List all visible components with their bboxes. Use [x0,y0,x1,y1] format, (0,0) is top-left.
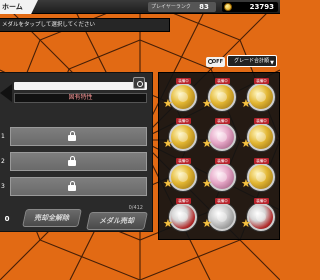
medal-disc [169,83,197,111]
medal-cell[interactable]: 装備中 ★ [241,198,279,238]
medal-name-bar [14,82,147,90]
lock-icon [68,156,76,166]
slot-number: 3 [1,183,5,190]
equipped-badge: 装備中 [176,78,191,84]
star-icon: ★ [202,137,212,150]
selected-count: 0 [0,212,14,226]
search-icon [208,59,213,64]
equipped-badge: 装備中 [176,158,191,164]
star-icon: ★ [202,177,212,190]
medal-disc [208,83,236,111]
trait-slot-3: 3 [0,177,147,196]
star-icon: ★ [163,177,173,190]
slot-row [10,152,147,171]
star-icon: ★ [202,217,212,230]
player-rank-value: 83 [199,3,209,11]
equipped-badge: 装備中 [254,158,269,164]
equipped-badge: 装備中 [254,198,269,204]
medal-disc [208,123,236,151]
medal-cell[interactable]: 装備中 ★ [202,118,240,158]
medal-disc [247,123,275,151]
medal-cell[interactable]: 装備中 ★ [202,78,240,118]
equipped-badge: 装備中 [215,198,230,204]
medal-disc [169,123,197,151]
equipped-badge: 装備中 [254,78,269,84]
star-icon: ★ [163,217,173,230]
star-icon: ★ [163,97,173,110]
chevron-down-icon: ▼ [270,60,274,66]
coin-value: 23793 [249,3,274,11]
medal-cell[interactable]: 装備中 ★ [163,78,201,118]
medal-cell[interactable]: 装備中 ★ [241,78,279,118]
info-icon[interactable] [133,77,145,89]
sort-label: グレード合計順 [234,58,270,64]
equipped-badge: 装備中 [215,78,230,84]
medal-count: 0/412 [128,205,143,211]
star-icon: ★ [163,137,173,150]
equipped-badge: 装備中 [176,118,191,124]
filter-off-button[interactable]: OFF [206,57,225,67]
medal-cell[interactable]: 装備中 ★ [241,158,279,198]
trait-header: 固有特性 [14,93,147,103]
star-icon: ★ [241,97,251,110]
medal-disc [169,163,197,191]
sort-button[interactable]: グレード合計順 ▼ [227,55,277,67]
slot-row [10,127,147,146]
slot-row [10,177,147,196]
equipped-badge: 装備中 [215,158,230,164]
equipped-badge: 装備中 [176,198,191,204]
trait-slot-1: 1 [0,127,147,146]
lock-icon [68,181,76,191]
slot-number: 1 [1,133,5,140]
instruction-banner: メダルをタップして選択してください [0,18,170,32]
slot-number: 2 [1,158,5,165]
medal-disc [208,203,236,231]
medal-cell[interactable]: 装備中 ★ [202,198,240,238]
clear-sell-selection-button[interactable]: 売却全解除 [22,209,82,227]
medal-cell[interactable]: 装備中 ★ [163,158,201,198]
equipped-badge: 装備中 [215,118,230,124]
star-icon: ★ [241,137,251,150]
medal-cell[interactable]: 装備中 ★ [241,118,279,158]
medal-cell[interactable]: 装備中 ★ [163,198,201,238]
medal-cell[interactable]: 装備中 ★ [163,118,201,158]
star-icon: ★ [202,97,212,110]
medal-disc [247,163,275,191]
medal-sell-button[interactable]: メダル売却 [86,212,148,230]
medal-disc [169,203,197,231]
medal-disc [247,83,275,111]
coin-icon [224,3,232,11]
equipped-badge: 装備中 [254,118,269,124]
star-icon: ★ [241,177,251,190]
medal-disc [247,203,275,231]
medal-cell[interactable]: 装備中 ★ [202,158,240,198]
medal-disc [208,163,236,191]
trait-slot-2: 2 [0,152,147,171]
star-icon: ★ [241,217,251,230]
lock-icon [68,131,76,141]
filter-off-label: OFF [211,59,223,65]
